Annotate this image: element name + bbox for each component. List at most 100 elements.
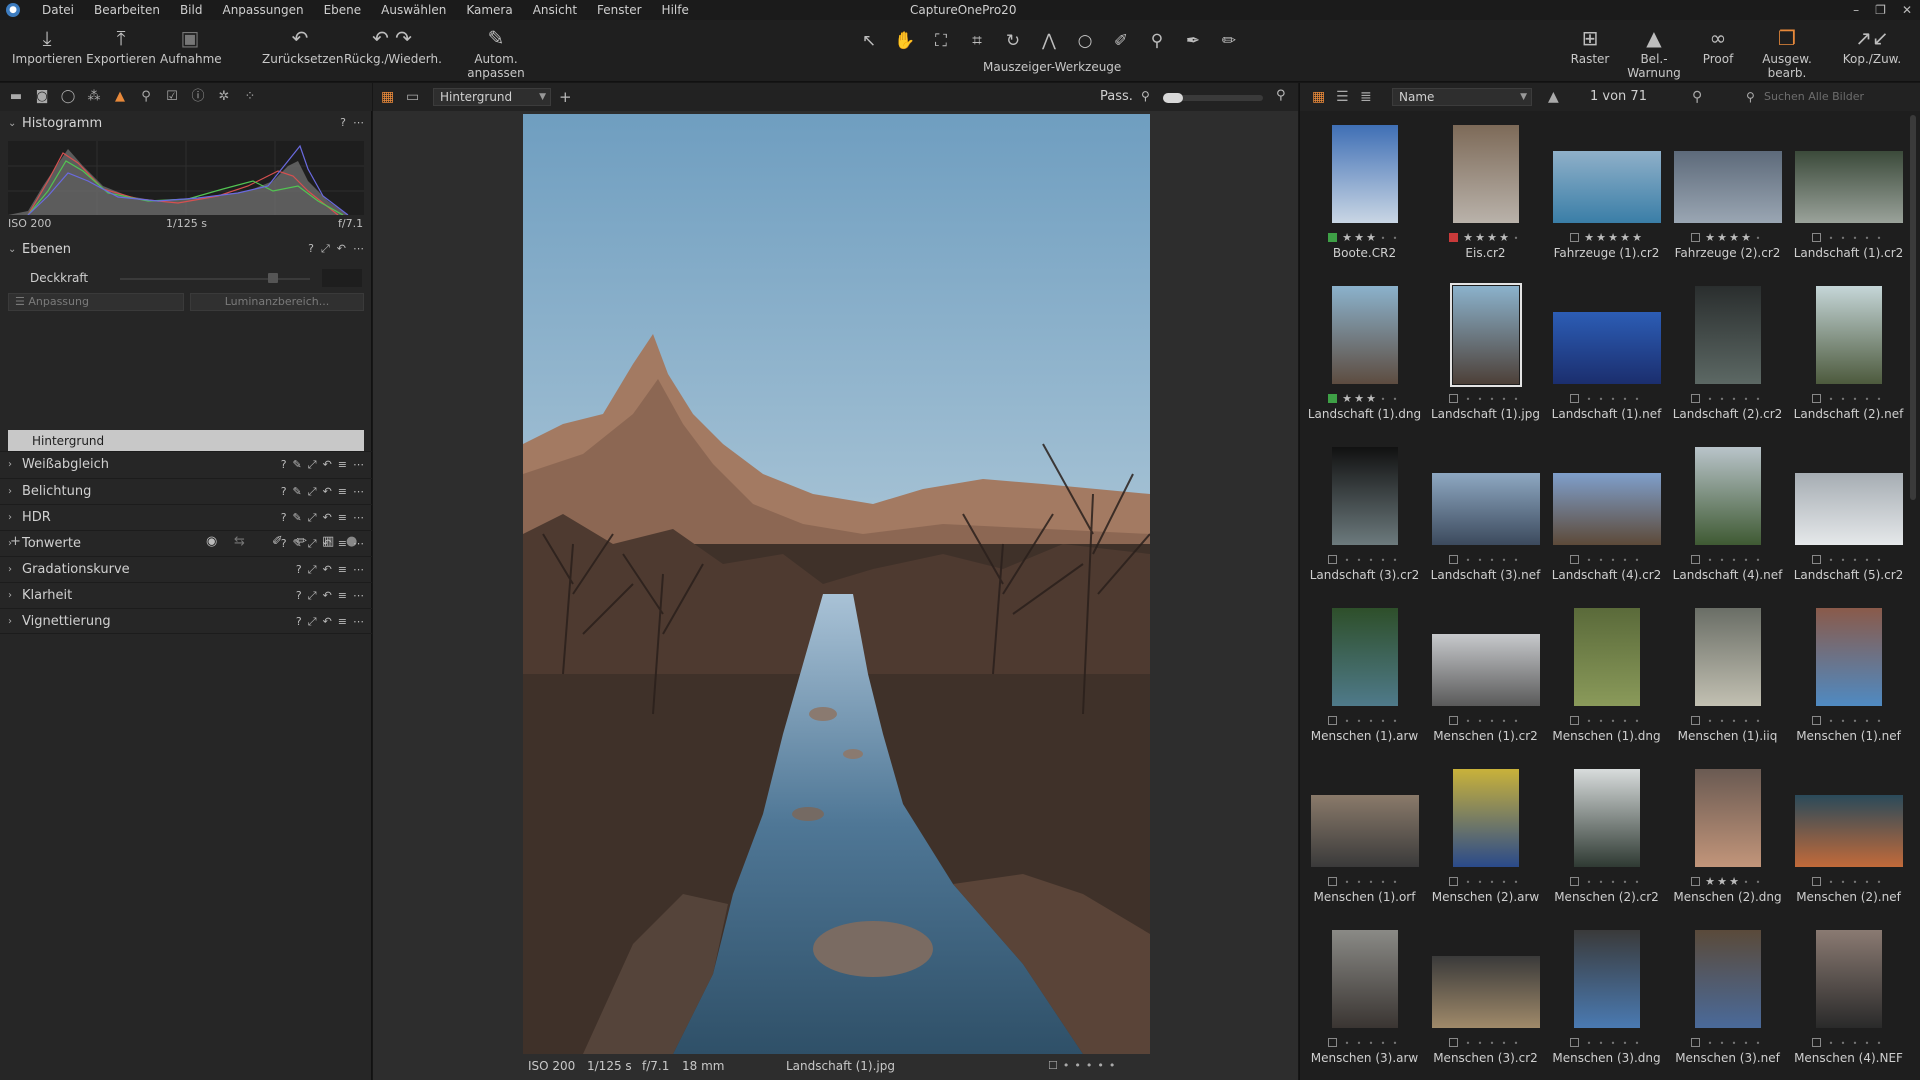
star-empty-icon[interactable]: • [1740, 878, 1752, 887]
star-empty-icon[interactable]: • [1583, 717, 1595, 726]
star-empty-icon[interactable]: • [1474, 395, 1486, 404]
thumbnail-cell[interactable]: ★ ★ ★ ★ • Eis.cr2 [1425, 113, 1546, 273]
star-empty-icon[interactable]: • [1595, 878, 1607, 887]
star-empty-icon[interactable]: • [1462, 395, 1474, 404]
star-empty-icon[interactable]: • [1462, 1039, 1474, 1048]
tool-vignetting[interactable]: › Vignettierung ? ⤢ ↶ ≡ ⋯ [0, 608, 372, 634]
color-tag-icon[interactable] [1691, 1038, 1700, 1047]
thumbnail-rating[interactable]: ★ ★ ★ ★ • [1667, 231, 1788, 245]
menu-fenster[interactable]: Fenster [587, 0, 652, 20]
sort-select[interactable]: Name ▼ [1392, 88, 1532, 106]
star-filled-icon[interactable]: ★ [1341, 231, 1353, 244]
star-filled-icon[interactable]: ★ [1365, 392, 1377, 405]
thumbnail-cell[interactable]: • • • • • Menschen (3).nef [1667, 918, 1788, 1078]
menu-kamera[interactable]: Kamera [456, 0, 522, 20]
star-empty-icon[interactable]: • [1861, 395, 1873, 404]
more-icon[interactable]: ⋯ [353, 237, 364, 261]
tool-hdr[interactable]: › HDR ? ✎ ⤢ ↶ ≡ ⋯ [0, 504, 372, 530]
star-empty-icon[interactable]: • [1389, 1039, 1401, 1048]
color-tag-icon[interactable] [1691, 233, 1700, 242]
star-empty-icon[interactable]: • [1595, 1039, 1607, 1048]
star-filled-icon[interactable]: ★ [1740, 231, 1752, 244]
thumbnail-rating[interactable]: ★ ★ ★ ★ ★ [1546, 231, 1667, 245]
thumbnail-cell[interactable]: • • • • • Landschaft (4).cr2 [1546, 435, 1667, 595]
star-empty-icon[interactable]: • [1740, 1039, 1752, 1048]
keystone-tool-icon[interactable]: ⋀ [1035, 30, 1063, 52]
multi-view-icon[interactable]: ▦ [381, 89, 394, 105]
color-tag-icon[interactable] [1691, 716, 1700, 725]
star-empty-icon[interactable]: • [1825, 234, 1837, 243]
thumbnail-rating[interactable]: • • • • • [1546, 1036, 1667, 1050]
color-tag-icon[interactable] [1328, 233, 1337, 242]
star-empty-icon[interactable]: • [1619, 556, 1631, 565]
star-empty-icon[interactable]: • [1353, 878, 1365, 887]
color-tag-icon[interactable] [1570, 394, 1579, 403]
thumbnail-cell[interactable]: • • • • • Menschen (1).iiq [1667, 596, 1788, 756]
viewer-rating[interactable]: ☐••••• [1048, 1059, 1120, 1072]
thumbnail-image[interactable] [1552, 312, 1661, 384]
star-empty-icon[interactable]: • [1510, 878, 1522, 887]
pan-hand-icon[interactable]: ✋ [891, 30, 919, 52]
luminance-range-button[interactable]: Luminanzbereich... [190, 293, 364, 311]
star-empty-icon[interactable]: • [1510, 395, 1522, 404]
thumbnail-cell[interactable]: • • • • • Menschen (1).orf [1304, 757, 1425, 917]
star-empty-icon[interactable]: • [1849, 717, 1861, 726]
star-empty-icon[interactable]: • [1498, 556, 1510, 565]
star-empty-icon[interactable]: • [1389, 878, 1401, 887]
perspective-tool-icon[interactable]: ⛶ [927, 30, 955, 52]
star-filled-icon[interactable]: ★ [1341, 392, 1353, 405]
thumbnail-cell[interactable]: • • • • • Menschen (3).cr2 [1425, 918, 1546, 1078]
thumbnail-cell[interactable]: • • • • • Landschaft (1).nef [1546, 274, 1667, 434]
thumbnail-image[interactable] [1331, 125, 1398, 223]
zoom-out-icon[interactable]: ⚲ [1141, 89, 1150, 103]
star-empty-icon[interactable]: • [1607, 1039, 1619, 1048]
star-empty-icon[interactable]: • [1583, 1039, 1595, 1048]
star-filled-icon[interactable]: ★ [1728, 875, 1740, 888]
star-filled-icon[interactable]: ★ [1716, 875, 1728, 888]
star-empty-icon[interactable]: • [1716, 556, 1728, 565]
thumbnail-image[interactable] [1449, 283, 1522, 387]
crop-tool-icon[interactable]: ⌗ [963, 30, 991, 52]
styles-tab-icon[interactable]: ⁘ [240, 87, 260, 107]
star-empty-icon[interactable]: • [1873, 717, 1885, 726]
star-empty-icon[interactable]: • [1631, 395, 1643, 404]
star-empty-icon[interactable]: • [1837, 878, 1849, 887]
thumbnail-image[interactable] [1331, 447, 1398, 545]
proof-button[interactable]: ∞ Proof [1694, 26, 1742, 66]
color-tag-icon[interactable] [1449, 394, 1458, 403]
star-empty-icon[interactable]: • [1595, 556, 1607, 565]
star-empty-icon[interactable]: • [1377, 395, 1389, 404]
star-empty-icon[interactable]: • [1825, 395, 1837, 404]
star-filled-icon[interactable]: ★ [1474, 231, 1486, 244]
star-empty-icon[interactable]: • [1583, 395, 1595, 404]
thumbnail-cell[interactable]: • • • • • Landschaft (3).cr2 [1304, 435, 1425, 595]
star-empty-icon[interactable]: • [1728, 717, 1740, 726]
adjustment-dropdown[interactable]: ☰ Anpassung [8, 293, 184, 311]
star-empty-icon[interactable]: • [1849, 878, 1861, 887]
star-empty-icon[interactable]: • [1607, 556, 1619, 565]
thumbnail-cell[interactable]: • • • • • Menschen (1).nef [1788, 596, 1909, 756]
menu-datei[interactable]: Datei [32, 0, 84, 20]
star-empty-icon[interactable]: • [1849, 556, 1861, 565]
thumbnail-image[interactable] [1331, 608, 1398, 706]
thumbnail-image[interactable] [1815, 286, 1882, 384]
reset-button[interactable]: ↶ Zurücksetzen [262, 26, 344, 66]
star-empty-icon[interactable]: • [1752, 878, 1764, 887]
color-tag-icon[interactable] [1449, 1038, 1458, 1047]
thumbnail-rating[interactable]: • • • • • [1546, 553, 1667, 567]
main-photo-landscape[interactable] [523, 114, 1150, 1054]
search-input[interactable]: ⚲ Suchen Alle Bilder [1744, 88, 1914, 106]
import-button[interactable]: ⤓ Importieren [12, 26, 82, 66]
thumbnail-rating[interactable]: • • • • • [1304, 714, 1425, 728]
star-empty-icon[interactable]: • [1704, 556, 1716, 565]
star-empty-icon[interactable]: • [1861, 878, 1873, 887]
thumbnail-rating[interactable]: • • • • • [1788, 392, 1909, 406]
layers-header[interactable]: ⌄ Ebenen ? ⤢ ↶ ⋯ [0, 237, 372, 261]
thumbnail-rating[interactable]: • • • • • [1546, 392, 1667, 406]
star-empty-icon[interactable]: • [1462, 556, 1474, 565]
thumbnail-image[interactable] [1431, 956, 1540, 1028]
star-empty-icon[interactable]: • [1341, 878, 1353, 887]
thumbnail-cell[interactable]: • • • • • Menschen (2).arw [1425, 757, 1546, 917]
menu-ansicht[interactable]: Ansicht [523, 0, 587, 20]
thumbnail-cell[interactable]: ★ ★ ★ • • Menschen (2).dng [1667, 757, 1788, 917]
